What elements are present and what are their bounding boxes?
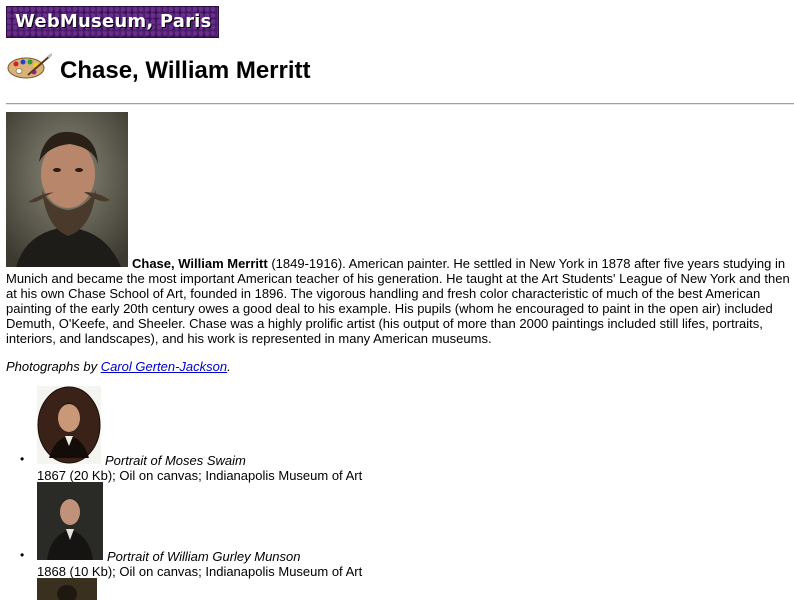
painting-details: 1868 (10 Kb); Oil on canvas; Indianapoli… <box>37 564 363 579</box>
painting-title: Portrait of Moses Swaim <box>105 453 246 468</box>
photographer-link[interactable]: Carol Gerten-Jackson <box>101 359 227 374</box>
bullet: • <box>20 548 25 562</box>
artist-biography: Chase, William Merritt (1849-1916). Amer… <box>6 256 790 346</box>
bio-text: (1849-1916). American painter. He settle… <box>6 256 790 346</box>
painting-details: 1867 (20 Kb); Oil on canvas; Indianapoli… <box>37 468 363 483</box>
bullet: • <box>20 452 25 466</box>
credit-prefix: Photographs by <box>6 359 101 374</box>
photo-credit: Photographs by Carol Gerten-Jackson. <box>6 359 231 374</box>
horizontal-rule <box>6 103 794 105</box>
painting-title: Portrait of William Gurley Munson <box>107 549 301 564</box>
webmuseum-banner[interactable]: WebMuseum, Paris <box>6 6 219 38</box>
painting-thumbnail[interactable] <box>37 482 103 560</box>
painting-thumbnail[interactable] <box>37 578 97 600</box>
palette-icon <box>7 53 52 79</box>
painting-thumbnail[interactable] <box>37 386 101 464</box>
credit-suffix: . <box>227 359 231 374</box>
artist-portrait-image[interactable] <box>6 112 128 267</box>
banner-text: WebMuseum, Paris <box>15 11 212 32</box>
bio-artist-name: Chase, William Merritt <box>132 256 268 271</box>
page-title: Chase, William Merritt <box>60 57 311 84</box>
